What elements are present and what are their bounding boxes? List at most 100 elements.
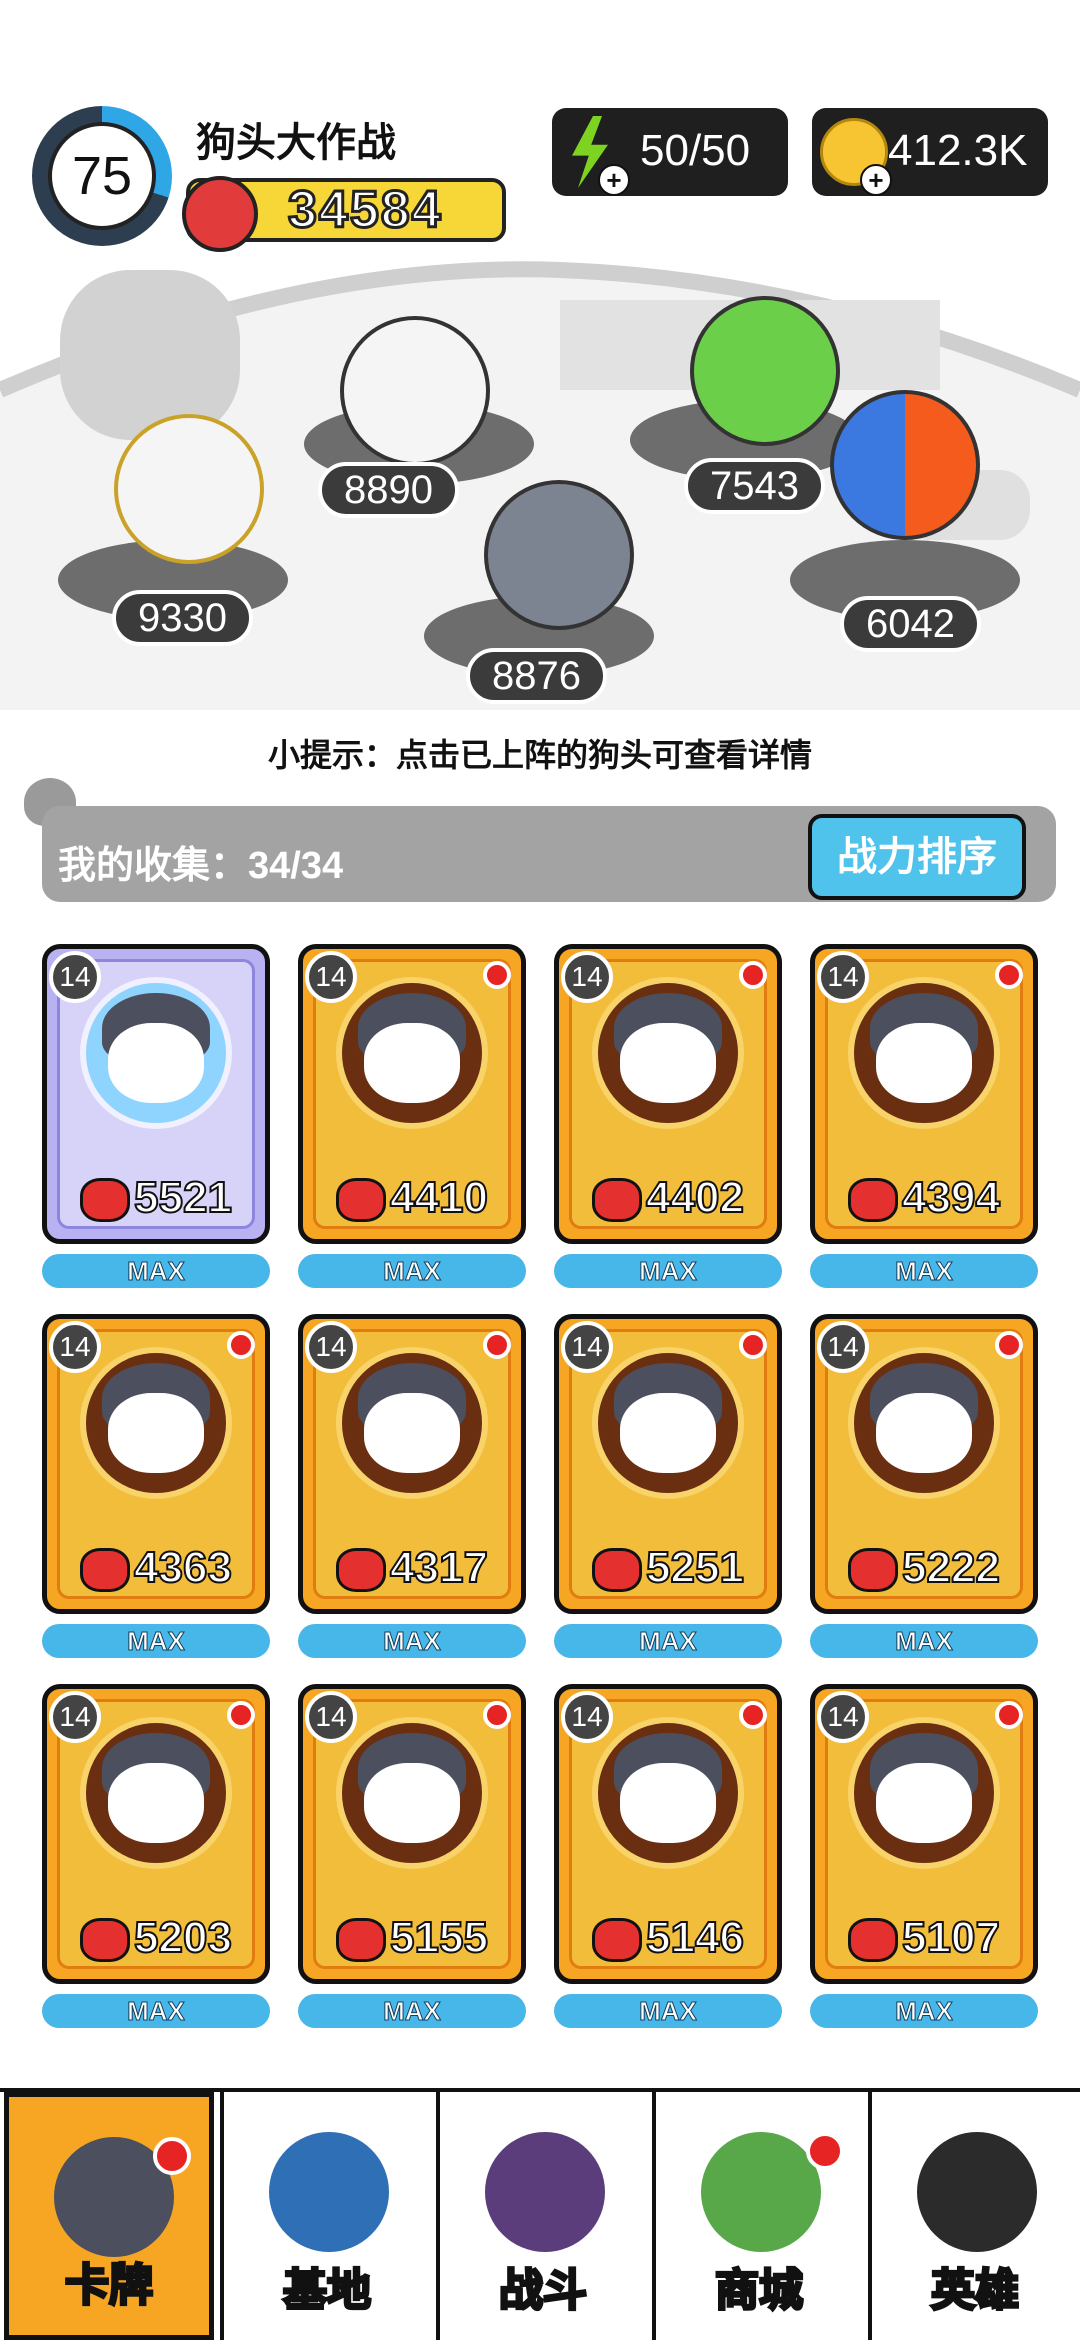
lineup-power-1: 9330 xyxy=(112,590,253,646)
lineup-dog-4[interactable] xyxy=(690,296,840,446)
collection-card[interactable]: 14 4317 xyxy=(298,1314,526,1614)
nav-tab-2[interactable]: 基地 xyxy=(220,2092,430,2340)
fist-icon xyxy=(336,1178,387,1223)
notification-dot xyxy=(995,1331,1023,1359)
collection-card[interactable]: 14 5155 xyxy=(298,1684,526,1984)
nav-label: 卡牌 xyxy=(64,2260,155,2312)
collection-card[interactable]: 14 5521 xyxy=(42,944,270,1244)
card-power: 5251 xyxy=(559,1542,777,1593)
fist-icon xyxy=(848,1918,899,1963)
add-energy-icon[interactable]: + xyxy=(598,164,630,196)
nav-label: 英雄 xyxy=(930,2265,1021,2317)
collection-card[interactable]: 14 5107 xyxy=(810,1684,1038,1984)
lineup-dog-3[interactable] xyxy=(484,480,634,630)
collection-card[interactable]: 14 4394 xyxy=(810,944,1038,1244)
card-level-badge: 14 xyxy=(561,1691,613,1743)
card-level-badge: 14 xyxy=(49,1321,101,1373)
card-power: 5107 xyxy=(815,1912,1033,1963)
card-level-badge: 14 xyxy=(49,951,101,1003)
dog-portrait-icon xyxy=(592,977,744,1129)
player-level[interactable]: 75 xyxy=(48,122,156,230)
card-power: 5521 xyxy=(47,1172,265,1223)
max-level-bar: MAX xyxy=(554,1254,782,1288)
sort-by-power-button[interactable]: 战力排序 xyxy=(808,814,1026,900)
notification-dot xyxy=(483,1331,511,1359)
dog-face xyxy=(620,1023,716,1103)
fist-icon xyxy=(336,1548,387,1593)
notification-dot xyxy=(153,2137,191,2175)
collection-card[interactable]: 14 4402 xyxy=(554,944,782,1244)
dog-face xyxy=(876,1393,972,1473)
notification-dot xyxy=(806,2132,844,2170)
card-level-badge: 14 xyxy=(305,1691,357,1743)
dog-portrait-icon xyxy=(848,977,1000,1129)
total-power-value: 34584 xyxy=(287,180,443,241)
dog-portrait-icon xyxy=(848,1717,1000,1869)
castle-icon xyxy=(269,2132,389,2252)
dog-face xyxy=(108,1393,204,1473)
fist-icon xyxy=(848,1178,899,1223)
lineup-dog-2[interactable] xyxy=(340,316,490,466)
card-level-badge: 14 xyxy=(817,1691,869,1743)
dog-face xyxy=(876,1023,972,1103)
max-level-bar: MAX xyxy=(42,1254,270,1288)
nav-tab-3[interactable]: 战斗 xyxy=(436,2092,646,2340)
card-power-value: 5203 xyxy=(133,1912,233,1963)
dog-portrait-icon xyxy=(336,1717,488,1869)
collection-count-label: 我的收集：34/34 xyxy=(58,845,344,887)
card-power: 5203 xyxy=(47,1912,265,1963)
dog-face xyxy=(364,1393,460,1473)
energy-value: 50/50 xyxy=(640,126,751,175)
collection-card[interactable]: 14 4363 xyxy=(42,1314,270,1614)
collection-card[interactable]: 14 4410 xyxy=(298,944,526,1244)
dog-portrait-icon xyxy=(848,1347,1000,1499)
card-power: 4394 xyxy=(815,1172,1033,1223)
nav-tab-4[interactable]: 商城 xyxy=(652,2092,862,2340)
card-power-value: 5251 xyxy=(645,1542,745,1593)
collection-card[interactable]: 14 5203 xyxy=(42,1684,270,1984)
max-level-bar: MAX xyxy=(42,1994,270,2028)
card-power-value: 5521 xyxy=(133,1172,233,1223)
max-level-bar: MAX xyxy=(810,1994,1038,2028)
notification-dot xyxy=(995,1701,1023,1729)
dog-portrait-icon xyxy=(80,977,232,1129)
notification-dot xyxy=(739,1331,767,1359)
fist-icon xyxy=(848,1548,899,1593)
card-power-value: 5107 xyxy=(901,1912,1001,1963)
notification-dot xyxy=(739,961,767,989)
collection-card[interactable]: 14 5146 xyxy=(554,1684,782,1984)
lineup-tip: 小提示：点击已上阵的狗头可查看详情 xyxy=(267,737,812,773)
fist-icon xyxy=(80,1178,131,1223)
lineup-power-2: 8890 xyxy=(318,462,459,518)
fist-icon xyxy=(592,1178,643,1223)
card-level-badge: 14 xyxy=(561,1321,613,1373)
lineup-power-3: 8876 xyxy=(466,648,607,704)
lineup-power-5: 6042 xyxy=(840,596,981,652)
card-power: 4363 xyxy=(47,1542,265,1593)
notification-dot xyxy=(995,961,1023,989)
dog-face xyxy=(620,1393,716,1473)
card-power-value: 5155 xyxy=(389,1912,489,1963)
card-power: 4410 xyxy=(303,1172,521,1223)
nav-label: 战斗 xyxy=(498,2265,589,2317)
dog-portrait-icon xyxy=(336,977,488,1129)
collection-card[interactable]: 14 5222 xyxy=(810,1314,1038,1614)
nav-tab-5[interactable]: 英雄 xyxy=(868,2092,1078,2340)
card-level-badge: 14 xyxy=(817,951,869,1003)
dog-face xyxy=(108,1023,204,1103)
nav-tab-1[interactable]: 卡牌 xyxy=(4,2092,214,2340)
dog-face xyxy=(364,1763,460,1843)
dog-portrait-icon xyxy=(80,1717,232,1869)
dog-portrait-icon xyxy=(336,1347,488,1499)
card-power-value: 4317 xyxy=(389,1542,489,1593)
card-power-value: 4363 xyxy=(133,1542,233,1593)
lineup-dog-5[interactable] xyxy=(830,390,980,540)
nav-label: 商城 xyxy=(714,2265,805,2317)
max-level-bar: MAX xyxy=(298,1994,526,2028)
collection-card[interactable]: 14 5251 xyxy=(554,1314,782,1614)
card-power-value: 4402 xyxy=(645,1172,745,1223)
fist-icon xyxy=(592,1548,643,1593)
fist-icon xyxy=(336,1918,387,1963)
fist-icon xyxy=(80,1548,131,1593)
lineup-dog-1[interactable] xyxy=(114,414,264,564)
